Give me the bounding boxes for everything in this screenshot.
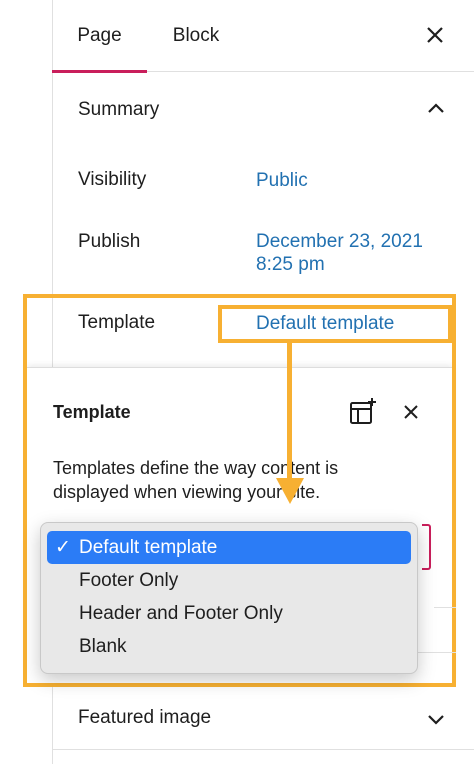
dropdown-option-blank[interactable]: Blank: [47, 630, 411, 663]
chevron-down-icon[interactable]: [426, 709, 446, 729]
publish-label: Publish: [78, 231, 141, 252]
divider: [418, 652, 456, 653]
visibility-value[interactable]: Public: [256, 169, 308, 192]
featured-image-title: Featured image: [78, 707, 212, 728]
arrow-down-icon: [276, 478, 304, 504]
featured-image-panel-header[interactable]: Featured image: [52, 690, 474, 750]
summary-panel-header[interactable]: Summary: [52, 72, 474, 148]
highlight-template-value: [218, 305, 452, 343]
visibility-label: Visibility: [78, 169, 147, 190]
checkmark-icon: ✓: [55, 537, 71, 558]
tab-page[interactable]: Page: [52, 0, 147, 73]
publish-time: 8:25 pm: [256, 254, 325, 275]
divider: [434, 607, 456, 608]
close-icon[interactable]: [424, 24, 446, 46]
publish-date-value[interactable]: December 23, 2021 8:25 pm: [256, 230, 423, 276]
template-dropdown-menu: ✓ Default template Footer Only Header an…: [40, 522, 418, 674]
arrow-line: [287, 343, 292, 483]
tab-block[interactable]: Block: [160, 0, 232, 72]
dropdown-option-default-template[interactable]: ✓ Default template: [47, 531, 411, 564]
dropdown-option-header-and-footer-only[interactable]: Header and Footer Only: [47, 597, 411, 630]
summary-title: Summary: [78, 99, 160, 120]
dropdown-option-footer-only[interactable]: Footer Only: [47, 564, 411, 597]
sidebar-tabs: Page Block: [52, 0, 474, 73]
chevron-up-icon[interactable]: [426, 99, 446, 119]
publish-date: December 23, 2021: [256, 231, 423, 252]
option-label: Default template: [79, 537, 218, 558]
